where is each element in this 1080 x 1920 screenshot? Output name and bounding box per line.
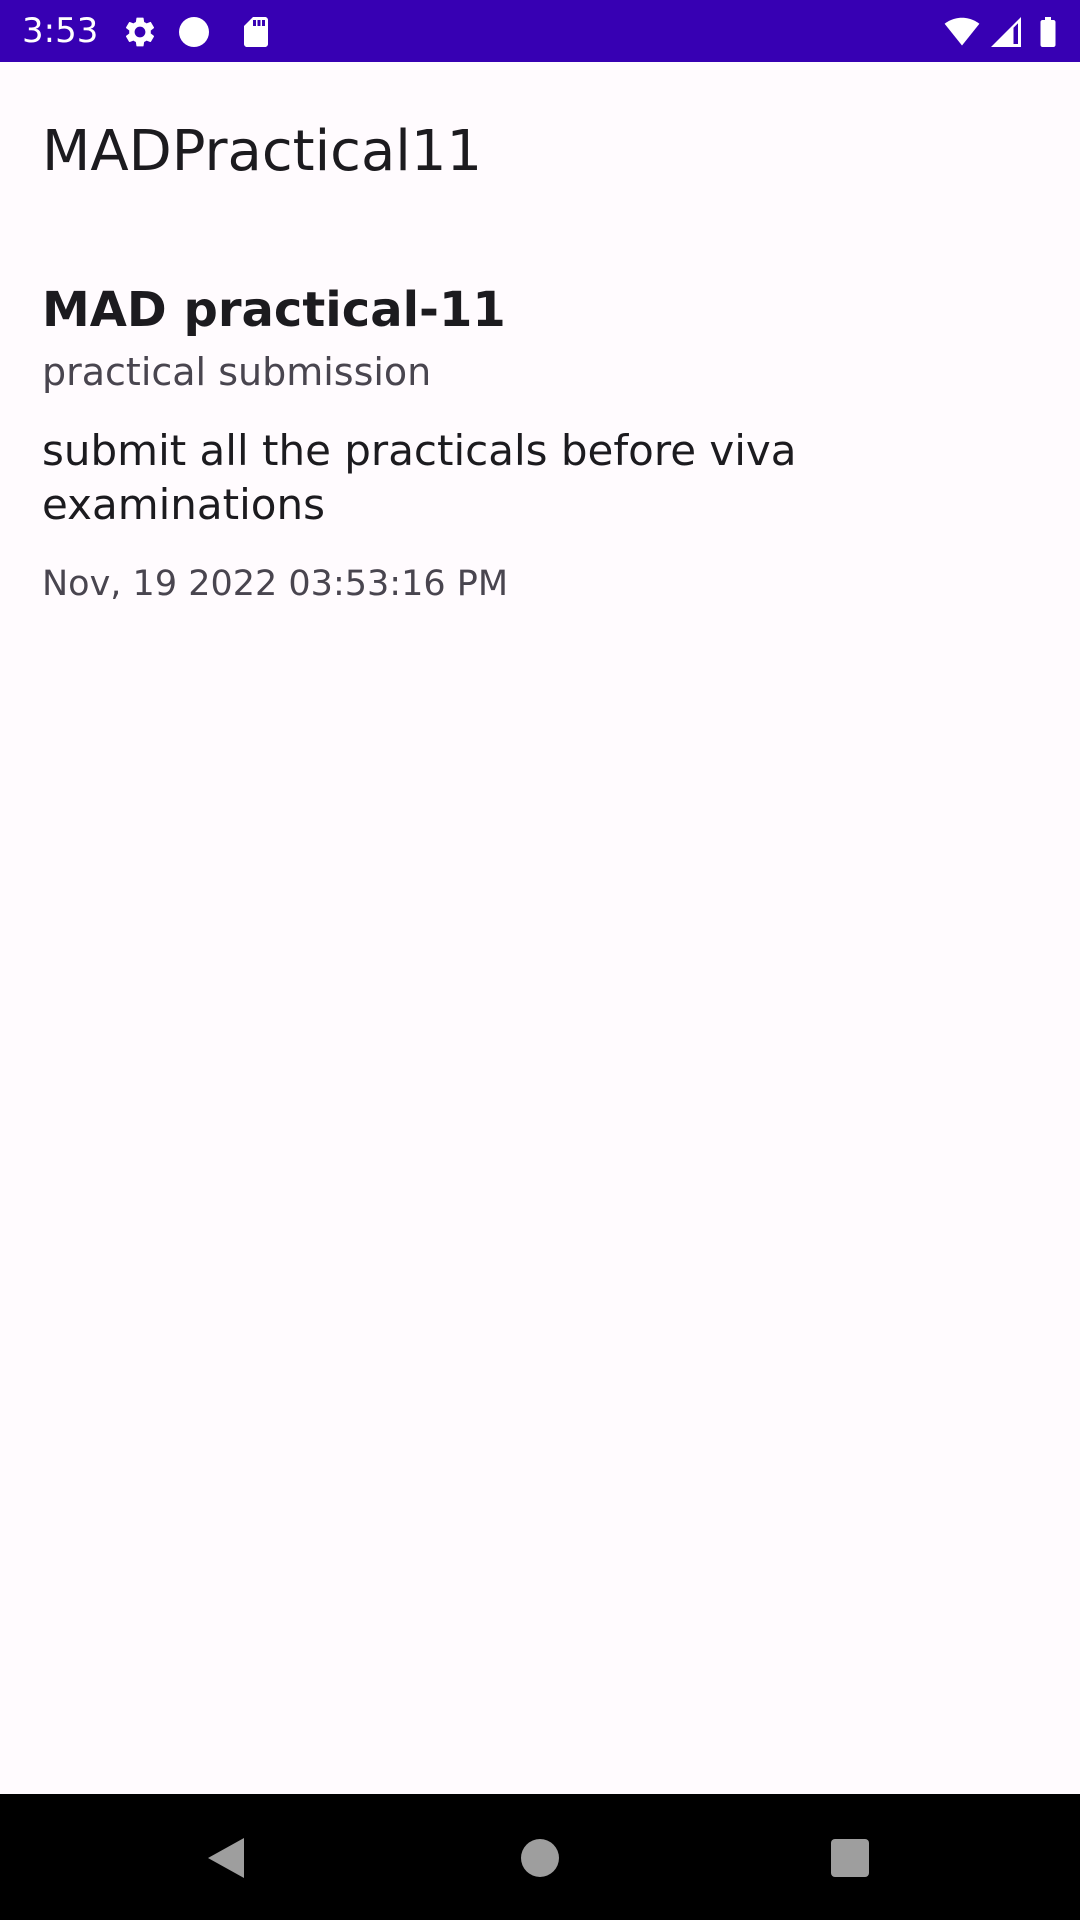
settings-gear-icon <box>122 14 158 50</box>
status-time: 3:53 <box>22 11 99 51</box>
note-title: MAD practical-11 <box>42 282 506 338</box>
home-icon[interactable] <box>510 1828 570 1888</box>
status-bar: 3:53 <box>0 0 1080 62</box>
battery-icon <box>1030 14 1066 50</box>
note-body: submit all the practicals before viva ex… <box>42 426 797 529</box>
note-date: Nov, 19 2022 03:53:16 PM <box>42 564 509 604</box>
app-title: MADPractical11 <box>42 119 483 184</box>
wifi-icon <box>944 14 980 50</box>
signal-icon <box>988 14 1024 50</box>
sd-card-icon <box>238 14 274 50</box>
back-icon[interactable] <box>196 1828 256 1888</box>
note-subtitle: practical submission <box>42 350 432 394</box>
app-bar: MADPractical11 <box>0 62 1080 240</box>
navigation-bar <box>0 1794 1080 1920</box>
recents-icon[interactable] <box>820 1828 880 1888</box>
circle-icon <box>176 14 212 50</box>
